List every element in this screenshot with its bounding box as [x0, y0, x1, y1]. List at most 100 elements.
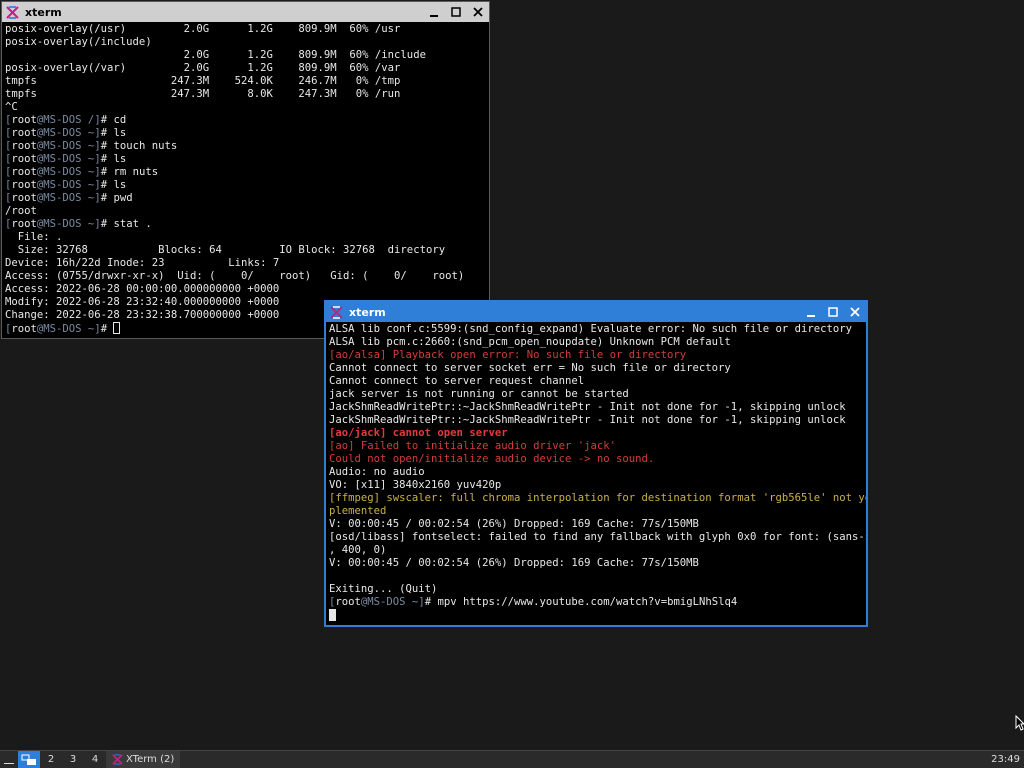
terminal-line: File: . — [5, 231, 486, 244]
terminal-text: Cannot connect to server request channel — [329, 375, 585, 387]
mouse-pointer-icon — [1015, 715, 1024, 731]
workspace-4[interactable]: 4 — [84, 751, 106, 768]
terminal-line: ALSA lib conf.c:5599:(snd_config_expand)… — [329, 323, 863, 336]
terminal-text: root — [11, 114, 37, 126]
terminal-line: V: 00:00:45 / 00:02:54 (26%) Dropped: 16… — [329, 518, 863, 531]
workspace-1[interactable] — [0, 751, 18, 768]
terminal-text: @MS-DOS ~ — [36, 153, 95, 165]
terminal-text: # ls — [100, 127, 127, 139]
terminal-text: # mpv https://www.youtube.com/watch?v=bm… — [424, 596, 738, 608]
terminal-text: 2.0G 1.2G 809.9M 60% /include — [5, 49, 426, 61]
terminal-line: [ao/alsa] Playback open error: No such f… — [329, 349, 863, 362]
terminal-text: ALSA lib pcm.c:2660:(snd_pcm_open_noupda… — [329, 336, 731, 348]
terminal-text: posix-overlay(/include) — [5, 36, 152, 48]
terminal-text: Cannot connect to server socket err = No… — [329, 362, 731, 374]
terminal-line: [root@MS-DOS ~]# ls — [5, 153, 486, 166]
terminal-text: @MS-DOS ~ — [36, 127, 95, 139]
terminal-text: File: . — [5, 231, 63, 243]
terminal-line: jack server is not running or cannot be … — [329, 388, 863, 401]
terminal-output[interactable]: ALSA lib conf.c:5599:(snd_config_expand)… — [326, 322, 866, 624]
terminal-line: Cannot connect to server socket err = No… — [329, 362, 863, 375]
taskbar: 2 3 4 XTerm (2) 23:49 — [0, 750, 1024, 768]
xterm-app-icon[interactable] — [6, 5, 19, 19]
xterm-2-titlebar[interactable]: xterm — [326, 302, 866, 322]
terminal-line: /root — [5, 205, 486, 218]
workspace-3[interactable]: 3 — [62, 751, 84, 768]
window-title: xterm — [25, 5, 62, 19]
terminal-line: [root@MS-DOS ~]# stat . — [5, 218, 486, 231]
terminal-text: JackShmReadWritePtr::~JackShmReadWritePt… — [329, 401, 846, 413]
terminal-line: ALSA lib pcm.c:2660:(snd_pcm_open_noupda… — [329, 336, 863, 349]
terminal-line: [root@MS-DOS ~]# touch nuts — [5, 140, 486, 153]
workspace-selected[interactable] — [18, 751, 40, 768]
terminal-line: Audio: no audio — [329, 466, 863, 479]
workspace-windows-icon — [21, 754, 36, 765]
xterm-app-icon[interactable] — [330, 305, 343, 319]
terminal-line: [ffmpeg] swscaler: full chroma interpola… — [329, 492, 866, 505]
terminal-text: Exiting... (Quit) — [329, 583, 438, 595]
terminal-text: # pwd — [100, 192, 133, 204]
maximize-button[interactable] — [445, 2, 467, 22]
terminal-text: Could not open/initialize audio device -… — [329, 453, 655, 465]
terminal-line: [root@MS-DOS /]# cd — [5, 114, 486, 127]
terminal-line: posix-overlay(/var) 2.0G 1.2G 809.9M 60%… — [5, 62, 486, 75]
workspace-2[interactable]: 2 — [40, 751, 62, 768]
terminal-text: root — [335, 596, 361, 608]
xterm-window-1[interactable]: xterm posix-overlay(/usr) 2.0G 1.2G 809.… — [1, 1, 490, 339]
xterm-app-icon — [112, 754, 123, 765]
terminal-text: posix-overlay(/usr) 2.0G 1.2G 809.9M 60%… — [5, 23, 401, 35]
xterm-window-2[interactable]: xterm ALSA lib conf.c:5599:(snd_config_e… — [324, 300, 868, 627]
terminal-text: @MS-DOS ~ — [36, 323, 95, 335]
terminal-text: @MS-DOS ~ — [360, 596, 419, 608]
terminal-text: /root — [5, 205, 37, 217]
terminal-text: Size: 32768 Blocks: 64 IO Block: 32768 d… — [5, 244, 446, 256]
terminal-text: @MS-DOS ~ — [36, 166, 95, 178]
terminal-line: [ao/jack] cannot open server — [329, 427, 863, 440]
terminal-line: [root@MS-DOS ~]# mpv https://www.youtube… — [329, 596, 863, 609]
terminal-line: JackShmReadWritePtr::~JackShmReadWritePt… — [329, 401, 863, 414]
terminal-line: tmpfs 247.3M 8.0K 247.3M 0% /run — [5, 88, 486, 101]
taskbar-task-xterm[interactable]: XTerm (2) — [106, 751, 181, 768]
terminal-text: # stat . — [100, 218, 152, 230]
close-button[interactable] — [844, 302, 866, 322]
terminal-output[interactable]: posix-overlay(/usr) 2.0G 1.2G 809.9M 60%… — [2, 22, 489, 338]
terminal-line: plemented — [329, 505, 863, 518]
terminal-text: posix-overlay(/var) 2.0G 1.2G 809.9M 60%… — [5, 62, 401, 74]
terminal-text: Device: 16h/22d Inode: 23 Links: 7 — [5, 257, 280, 269]
terminal-line: posix-overlay(/usr) 2.0G 1.2G 809.9M 60%… — [5, 23, 486, 36]
terminal-text: Change: 2022-06-28 23:32:38.700000000 +0… — [5, 309, 280, 321]
terminal-line: 2.0G 1.2G 809.9M 60% /include — [5, 49, 486, 62]
terminal-text: root — [11, 179, 37, 191]
minimize-button[interactable] — [800, 302, 822, 322]
terminal-line — [329, 609, 863, 622]
terminal-text: [ao/jack] cannot open server — [329, 427, 508, 439]
terminal-text: JackShmReadWritePtr::~JackShmReadWritePt… — [329, 414, 846, 426]
terminal-text: [ao/alsa] Playback open error: No such f… — [329, 349, 687, 361]
terminal-text: root — [11, 153, 37, 165]
terminal-text: plemented — [329, 505, 387, 517]
terminal-line: [ao] Failed to initialize audio driver '… — [329, 440, 863, 453]
close-button[interactable] — [467, 2, 489, 22]
terminal-text: # touch nuts — [100, 140, 178, 152]
terminal-text: Access: (0755/drwxr-xr-x) Uid: ( 0/ root… — [5, 270, 465, 282]
terminal-text: # rm nuts — [100, 166, 159, 178]
terminal-text: root — [11, 166, 37, 178]
maximize-button[interactable] — [822, 302, 844, 322]
minimize-button[interactable] — [423, 2, 445, 22]
xterm-1-titlebar[interactable]: xterm — [2, 2, 489, 22]
terminal-line: VO: [x11] 3840x2160 yuv420p — [329, 479, 863, 492]
terminal-text: @MS-DOS ~ — [36, 218, 95, 230]
terminal-line: Device: 16h/22d Inode: 23 Links: 7 — [5, 257, 486, 270]
terminal-text: root — [11, 323, 37, 335]
workspace-label: 4 — [91, 754, 99, 765]
terminal-line: Access: 2022-06-28 00:00:00.000000000 +0… — [5, 283, 486, 296]
terminal-text: # ls — [100, 153, 127, 165]
clock: 23:49 — [991, 754, 1020, 765]
terminal-line: [root@MS-DOS ~]# pwd — [5, 192, 486, 205]
terminal-text: # cd — [100, 114, 127, 126]
terminal-line: posix-overlay(/include) — [5, 36, 486, 49]
terminal-line: Size: 32768 Blocks: 64 IO Block: 32768 d… — [5, 244, 486, 257]
terminal-text: jack server is not running or cannot be … — [329, 388, 629, 400]
terminal-line: [root@MS-DOS ~]# ls — [5, 179, 486, 192]
